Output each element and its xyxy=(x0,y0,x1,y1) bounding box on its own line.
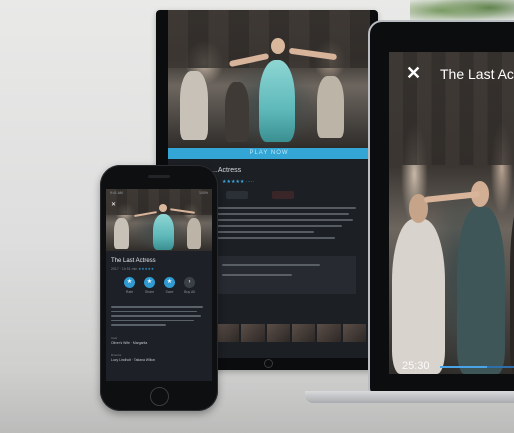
field-value: Oliver's Wife · Margarita xyxy=(111,341,148,345)
rating-stars: ★★★★★ ····· xyxy=(222,179,255,185)
laptop-screen xyxy=(389,52,514,374)
rating-stars: ★★★★★ xyxy=(138,267,154,271)
close-icon[interactable]: ✕ xyxy=(406,64,421,82)
close-icon[interactable]: ✕ xyxy=(111,201,116,208)
action-buy[interactable]: › Buy All xyxy=(184,277,195,294)
chevron-right-icon[interactable]: › xyxy=(184,277,195,288)
field-label: Cast xyxy=(111,336,118,340)
play-now-bar[interactable]: PLAY NOW xyxy=(168,148,370,159)
laptop-base xyxy=(305,391,514,403)
star-icon[interactable]: ★ xyxy=(144,277,155,288)
movie-title: The Last Actress xyxy=(111,258,156,264)
thumbnail-strip[interactable] xyxy=(216,324,366,342)
favorite-button[interactable] xyxy=(272,191,294,199)
video-title: The Last Act xyxy=(440,66,514,82)
hero-image xyxy=(168,10,370,148)
status-bar: 9:41 AM 100% xyxy=(110,191,208,196)
star-icon[interactable]: ★ xyxy=(124,277,135,288)
action-save[interactable]: ★ Save xyxy=(164,277,175,294)
phone-screen: 9:41 AM 100% ✕ The Last Actress 2017 · 1… xyxy=(106,189,212,381)
action-label: Rate xyxy=(125,290,134,294)
star-icon[interactable]: ★ xyxy=(164,277,175,288)
description-text xyxy=(216,207,356,243)
phone-hero-image xyxy=(106,189,212,251)
progress-bar[interactable] xyxy=(440,366,514,368)
field-value: Lucy Lindholt · Tatiana Wilton xyxy=(111,358,156,362)
action-label: Buy All xyxy=(184,290,195,294)
details-panel xyxy=(216,256,356,294)
field-label: Director xyxy=(111,353,122,357)
progress-fill xyxy=(440,366,487,368)
action-label: Share xyxy=(144,290,155,294)
elapsed-time: 25:30 xyxy=(402,360,430,372)
share-button[interactable] xyxy=(226,191,248,199)
description-text xyxy=(111,306,203,329)
action-share[interactable]: ★ Share xyxy=(144,277,155,294)
phone-speaker xyxy=(148,175,170,178)
battery-level: 100% xyxy=(199,191,208,195)
monitor-home-button[interactable] xyxy=(264,359,273,368)
status-time: 9:41 AM xyxy=(110,191,123,195)
phone-device: 9:41 AM 100% ✕ The Last Actress 2017 · 1… xyxy=(100,165,218,411)
action-buttons xyxy=(226,191,294,199)
laptop-device: ✕ The Last Act 25:30 xyxy=(370,22,514,394)
video-frame xyxy=(389,52,514,374)
action-rate[interactable]: ★ Rate xyxy=(124,277,135,294)
movie-title: ...Actress xyxy=(212,167,242,174)
movie-meta: 2017 · 1h 51 min ★★★★★ xyxy=(111,267,154,271)
meta-text: 2017 · 1h 51 min xyxy=(111,267,138,271)
action-buttons: ★ Rate ★ Share ★ Save › Buy All xyxy=(124,277,195,294)
action-label: Save xyxy=(165,290,174,294)
phone-home-button[interactable] xyxy=(150,387,169,406)
